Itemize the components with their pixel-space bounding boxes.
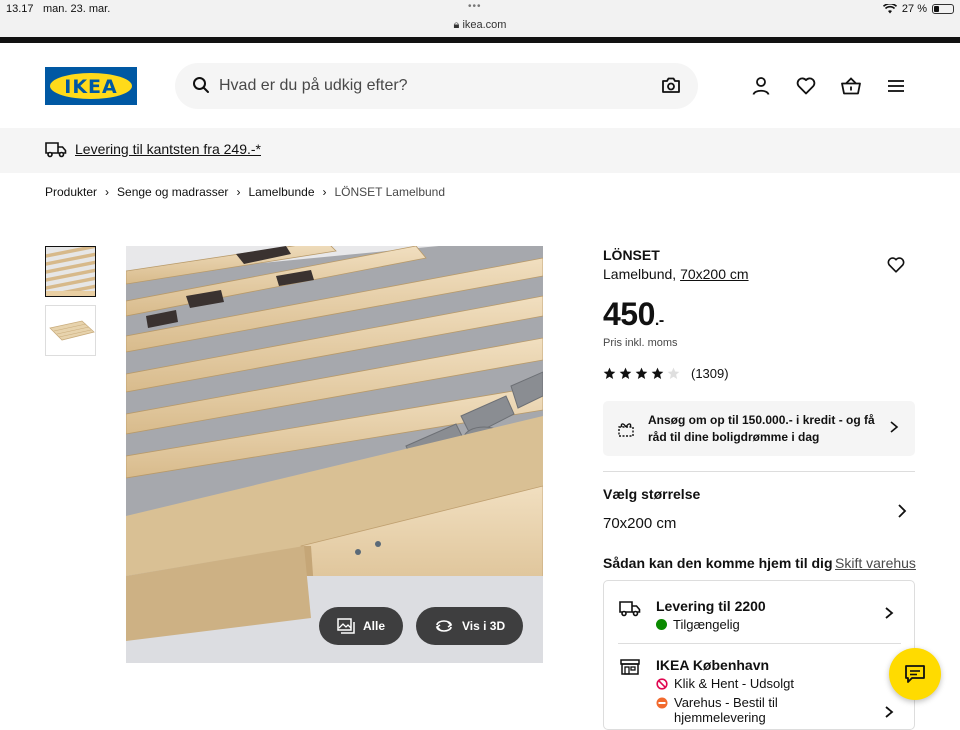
breadcrumb-item-produkter[interactable]: Produkter [45,185,97,199]
product-name: LÖNSET [603,247,660,263]
star-filled-icon [619,367,632,380]
truck-icon [45,142,67,158]
store-title[interactable]: IKEA København [656,657,769,673]
credit-gift-icon [618,423,634,437]
warehouse-status: Varehus - Bestil til hjemmelevering [656,695,824,725]
all-images-label: Alle [363,619,386,633]
profile-icon[interactable] [750,75,772,97]
chevron-right-icon [890,421,899,433]
credit-banner[interactable]: Ansøg om op til 150.000.- i kredit - og … [603,401,915,456]
slatted-base-thumbnail-image [46,247,95,296]
change-store-link[interactable]: Skift varehus [835,555,916,571]
chevron-right-icon: › [105,185,110,199]
price-suffix: .- [654,312,664,329]
size-selector-label: Vælg størrelse [603,486,701,502]
thumbnail-2[interactable] [45,305,96,356]
review-count: (1309) [691,366,729,381]
status-right: 27 % [882,3,954,15]
chat-icon [905,665,925,683]
product-description: Lamelbund, 70x200 cm [603,266,749,282]
delivery-status: Tilgængelig [656,617,740,632]
view-3d-button[interactable]: Vis i 3D [416,607,524,645]
warehouse-text: Varehus - Bestil til hjemmelevering [674,695,778,725]
price-note: Pris inkl. moms [603,337,678,349]
address-url: ikea.com [462,19,507,31]
cart-icon[interactable] [840,75,862,97]
delivery-title[interactable]: Levering til 2200 [656,598,766,614]
lock-icon: 🔒︎ [453,19,460,31]
divider [618,643,901,644]
camera-icon[interactable] [661,76,681,94]
product-size-link[interactable]: 70x200 cm [680,266,748,282]
menu-icon[interactable] [885,75,907,97]
battery-icon [932,4,954,14]
favourite-heart-icon[interactable] [886,255,906,275]
unavailable-icon [656,677,668,690]
star-empty-icon [667,367,680,380]
view-3d-label: Vis i 3D [462,619,506,633]
size-selector-value[interactable]: 70x200 cm [603,515,676,532]
thumbnail-1[interactable] [45,246,96,297]
click-collect-text: Klik & Hent - Udsolgt [674,676,794,691]
partially-available-icon [656,697,668,709]
rotate-3d-icon [435,620,453,632]
chevron-right-icon[interactable] [884,705,894,719]
product-price: 450.- [603,296,664,333]
delivery-link[interactable]: Levering til kantsten fra 249.-* [75,141,261,157]
search-bar[interactable] [175,63,698,109]
breadcrumb: Produkter › Senge og madrasser › Lamelbu… [45,185,445,199]
price-main: 450 [603,296,655,332]
available-dot-icon [656,619,667,630]
all-images-button[interactable]: Alle [319,607,404,645]
click-collect-status: Klik & Hent - Udsolgt [656,676,794,691]
logo-text: IKEA [64,76,118,98]
rating[interactable]: (1309) [603,366,729,381]
search-input[interactable] [219,73,639,99]
battery-percent: 27 % [901,3,927,15]
product-main-image[interactable] [126,246,543,663]
slatted-base-photo [126,246,543,663]
tab-options-dots[interactable]: ••• [468,1,482,12]
chevron-right-icon: › [322,185,327,199]
chevron-right-icon: › [236,185,241,199]
chevron-right-icon[interactable] [884,606,894,620]
breadcrumb-item-senge[interactable]: Senge og madrasser [117,185,228,199]
store-icon [620,659,640,675]
gallery-icon [337,618,355,634]
fulfillment-card: Levering til 2200 Tilgængelig IKEA Køben… [603,580,915,730]
chevron-right-icon[interactable] [896,503,908,519]
delivery-status-text: Tilgængelig [673,617,740,632]
breadcrumb-current: LÖNSET Lamelbund [334,185,446,199]
fulfillment-heading: Sådan kan den komme hjem til dig [603,555,833,571]
browser-top-stripe [0,37,960,43]
search-icon[interactable] [192,76,210,94]
address-bar[interactable]: 🔒︎ ikea.com [0,19,960,32]
wifi-icon [882,4,897,14]
ios-status-bar: 13.17 man. 23. mar. ••• 🔒︎ ikea.com 27 % [0,0,960,37]
breadcrumb-item-lamelbunde[interactable]: Lamelbunde [248,185,314,199]
slatted-base-top-thumbnail-image [46,306,95,355]
divider [603,471,915,472]
product-type: Lamelbund, [603,266,677,282]
ikea-logo[interactable]: IKEA [45,67,137,105]
truck-icon [619,601,641,617]
star-filled-icon [651,367,664,380]
delivery-banner: Levering til kantsten fra 249.-* [0,128,960,173]
star-rating-icons [603,367,680,380]
status-time: 13.17 [6,3,34,15]
chat-button[interactable] [889,648,941,700]
heart-icon[interactable] [795,75,817,97]
status-date: man. 23. mar. [43,3,111,15]
star-filled-icon [603,367,616,380]
credit-text: Ansøg om op til 150.000.- i kredit - og … [648,413,875,444]
star-filled-icon [635,367,648,380]
